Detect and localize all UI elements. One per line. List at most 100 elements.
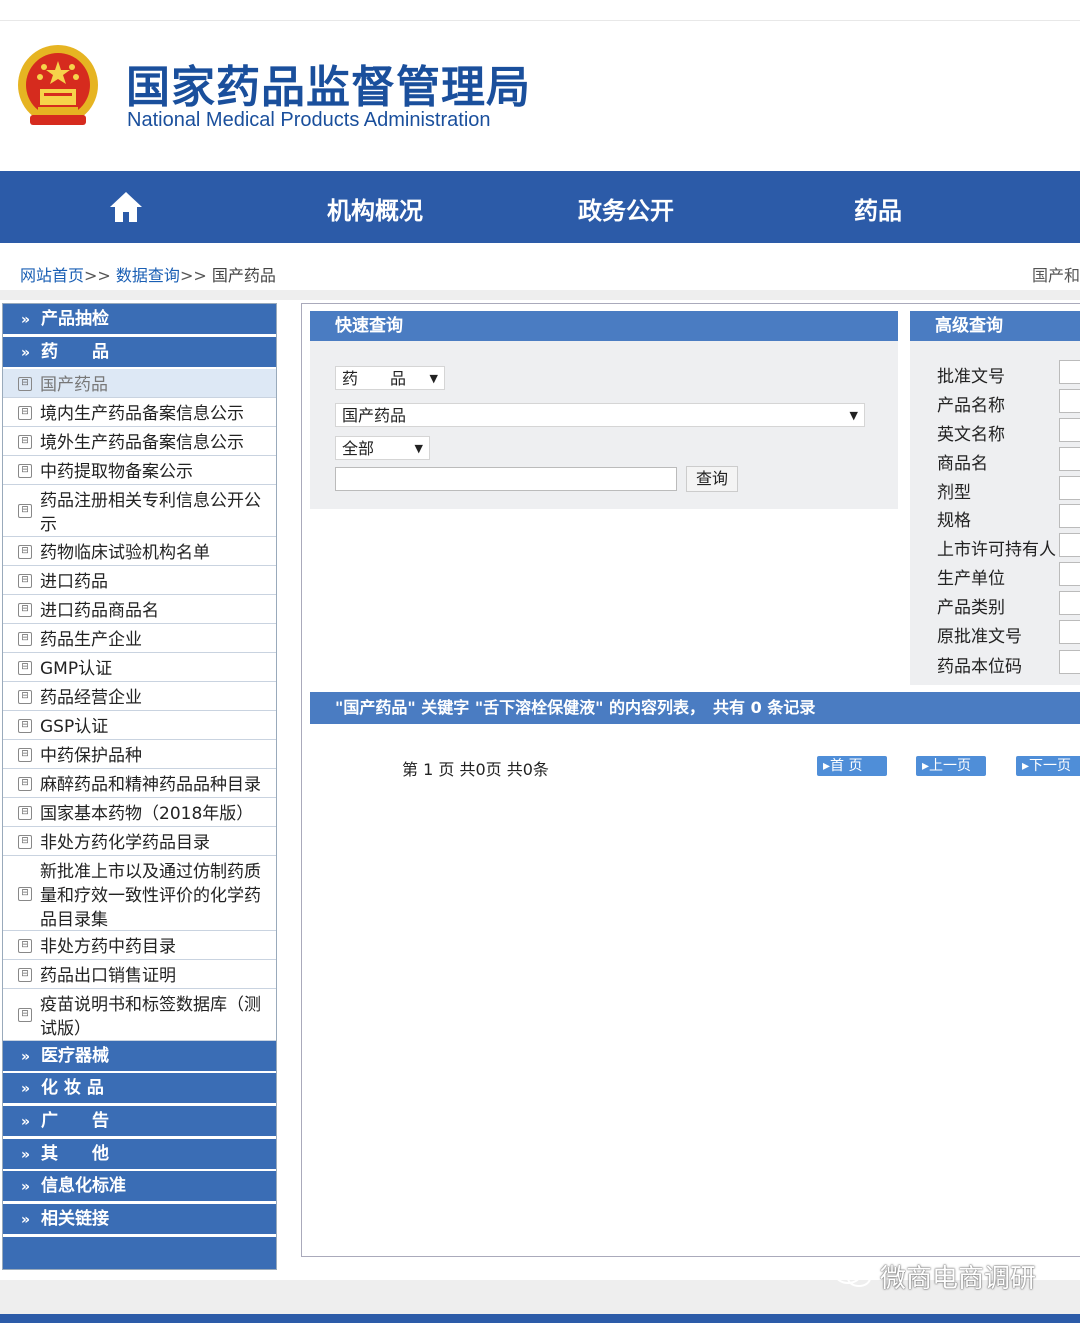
nav-item-organization[interactable]: 机构概况 [327,191,423,226]
field-label: 英文名称 [937,425,1005,445]
sidebar-item[interactable]: ⊟ 中药提取物备案公示 [3,456,276,485]
results-summary: "国产药品" 关键字 "舌下溶栓保健液" 的内容列表， 共有 0 条记录 [335,698,816,717]
wechat-icon [834,1262,871,1287]
keyword-input[interactable] [335,467,677,491]
sidebar-category-medical-devices[interactable]: » 医疗器械 [3,1041,276,1073]
site-title-en: National Medical Products Administration [127,109,491,131]
footer-blue-bar [0,1314,1080,1323]
product-category-input[interactable] [1059,591,1080,615]
expand-icon: ⊟ [18,690,32,704]
expand-icon: ⊟ [18,835,32,849]
sidebar-item[interactable]: ⊟ 药品注册相关专利信息公开公示 [3,485,276,537]
double-chevron-icon: » [21,312,31,328]
sidebar-item[interactable]: ⊟ GSP认证 [3,711,276,740]
sidebar-item[interactable]: ⊟ 进口药品 [3,566,276,595]
category-label: 药 品 [41,342,109,362]
watermark-label: 微商电商调研 [880,1264,1037,1294]
home-icon[interactable] [108,190,144,224]
field-label: 生产单位 [937,569,1005,589]
expand-icon: ⊟ [18,574,32,588]
expand-icon: ⊟ [18,661,32,675]
specification-input[interactable] [1059,504,1080,528]
double-chevron-icon: » [21,1049,31,1065]
field-label: 原批准文号 [937,627,1022,647]
sidebar-footer-bar [3,1237,276,1269]
sidebar: » 产品抽检 » 药 品 ⊟ 国产药品 ⊟ 境内生产药品备案信息公示 ⊟ 境外生产药品备案… [2,303,277,1270]
breadcrumb-data-query-link[interactable]: 数据查询 [116,266,180,285]
first-page-button[interactable]: ▸首 页 [817,756,887,776]
expand-icon: ⊟ [18,719,32,733]
manufacturer-input[interactable] [1059,562,1080,586]
prev-page-button[interactable]: ▸上一页 [916,756,986,776]
category-label: 产品抽检 [41,309,109,329]
category-label: 信息化标准 [41,1176,126,1196]
sidebar-category-drugs[interactable]: » 药 品 [3,337,276,369]
advanced-search-title: 高级查询 [910,311,1080,341]
main-nav: 机构概况 政务公开 药品 [0,171,1080,243]
sidebar-item[interactable]: ⊟ 药物临床试验机构名单 [3,537,276,566]
sidebar-item[interactable]: ⊟ 非处方药中药目录 [3,931,276,960]
category-label: 其 他 [41,1144,109,1164]
query-button[interactable]: 查询 [686,466,738,492]
sidebar-item-domestic-drugs[interactable]: ⊟ 国产药品 [3,369,276,398]
scope-select[interactable]: 全部 ▼ [335,436,430,460]
breadcrumb-separator: >> [179,266,207,285]
sidebar-item[interactable]: ⊟ 国家基本药物（2018年版） [3,798,276,827]
sidebar-item[interactable]: ⊟ 药品生产企业 [3,624,276,653]
field-label: 药品本位码 [937,657,1022,677]
sidebar-item[interactable]: ⊟ 疫苗说明书和标签数据库（测试版） [3,989,276,1041]
expand-icon: ⊟ [18,504,32,518]
dosage-form-input[interactable] [1059,476,1080,500]
sidebar-item[interactable]: ⊟ 新批准上市以及通过仿制药质量和疗效一致性评价的化学药品目录集 [3,856,276,931]
expand-icon: ⊟ [18,806,32,820]
sidebar-category-links[interactable]: » 相关链接 [3,1204,276,1236]
original-approval-number-input[interactable] [1059,620,1080,644]
nav-item-government-affairs[interactable]: 政务公开 [578,191,674,226]
site-title-cn: 国家药品监督管理局 [126,62,531,113]
sidebar-category-other[interactable]: » 其 他 [3,1139,276,1171]
sidebar-item[interactable]: ⊟ 境内生产药品备案信息公示 [3,398,276,427]
sidebar-item[interactable]: ⊟ 麻醉药品和精神药品品种目录 [3,769,276,798]
sidebar-category-it-standards[interactable]: » 信息化标准 [3,1171,276,1203]
sidebar-item[interactable]: ⊟ GMP认证 [3,653,276,682]
dropdown-arrow-icon: ▼ [414,442,423,455]
field-label: 产品名称 [937,396,1005,416]
product-name-input[interactable] [1059,389,1080,413]
dropdown-arrow-icon: ▼ [429,372,438,385]
subcategory-select[interactable]: 国产药品 ▼ [335,403,865,427]
double-chevron-icon: » [21,1212,31,1228]
advanced-search-panel: 高级查询 批准文号 产品名称 英文名称 商品名 剂型 规格 上市许可持有人 生产… [910,311,1080,685]
license-holder-input[interactable] [1059,533,1080,557]
sidebar-item[interactable]: ⊟ 中药保护品种 [3,740,276,769]
breadcrumb-current: 国产药品 [211,266,276,285]
next-page-button[interactable]: ▸下一页 [1016,756,1080,776]
expand-icon: ⊟ [18,545,32,559]
expand-icon: ⊟ [18,377,32,391]
sidebar-category-product-sampling[interactable]: » 产品抽检 [3,304,276,336]
sidebar-category-cosmetics[interactable]: » 化 妆 品 [3,1073,276,1105]
sidebar-item[interactable]: ⊟ 进口药品商品名 [3,595,276,624]
approval-number-input[interactable] [1059,360,1080,384]
nav-item-drugs[interactable]: 药品 [854,191,902,226]
english-name-input[interactable] [1059,418,1080,442]
quick-search-title: 快速查询 [310,311,898,341]
double-chevron-icon: » [21,1081,31,1097]
sidebar-item[interactable]: ⊟ 药品经营企业 [3,682,276,711]
trade-name-input[interactable] [1059,447,1080,471]
sidebar-item[interactable]: ⊟ 境外生产药品备案信息公示 [3,427,276,456]
site-header: 国家药品监督管理局 National Medical Products Admi… [0,21,1080,171]
expand-icon: ⊟ [18,632,32,646]
expand-icon: ⊟ [18,1008,32,1022]
breadcrumb-home-link[interactable]: 网站首页 [20,266,84,285]
sidebar-item[interactable]: ⊟ 药品出口销售证明 [3,960,276,989]
play-icon: ▸ [1022,758,1030,774]
drug-code-input[interactable] [1059,650,1080,674]
dropdown-arrow-icon: ▼ [849,409,858,422]
category-select[interactable]: 药 品 ▼ [335,366,445,390]
sidebar-item[interactable]: ⊟ 非处方药化学药品目录 [3,827,276,856]
breadcrumb: 网站首页>> 数据查询>> 国产药品 [20,262,276,286]
sidebar-category-ads[interactable]: » 广 告 [3,1106,276,1138]
results-summary-bar: "国产药品" 关键字 "舌下溶栓保健液" 的内容列表， 共有 0 条记录 [310,692,1080,724]
play-icon: ▸ [922,758,930,774]
double-chevron-icon: » [21,1114,31,1130]
